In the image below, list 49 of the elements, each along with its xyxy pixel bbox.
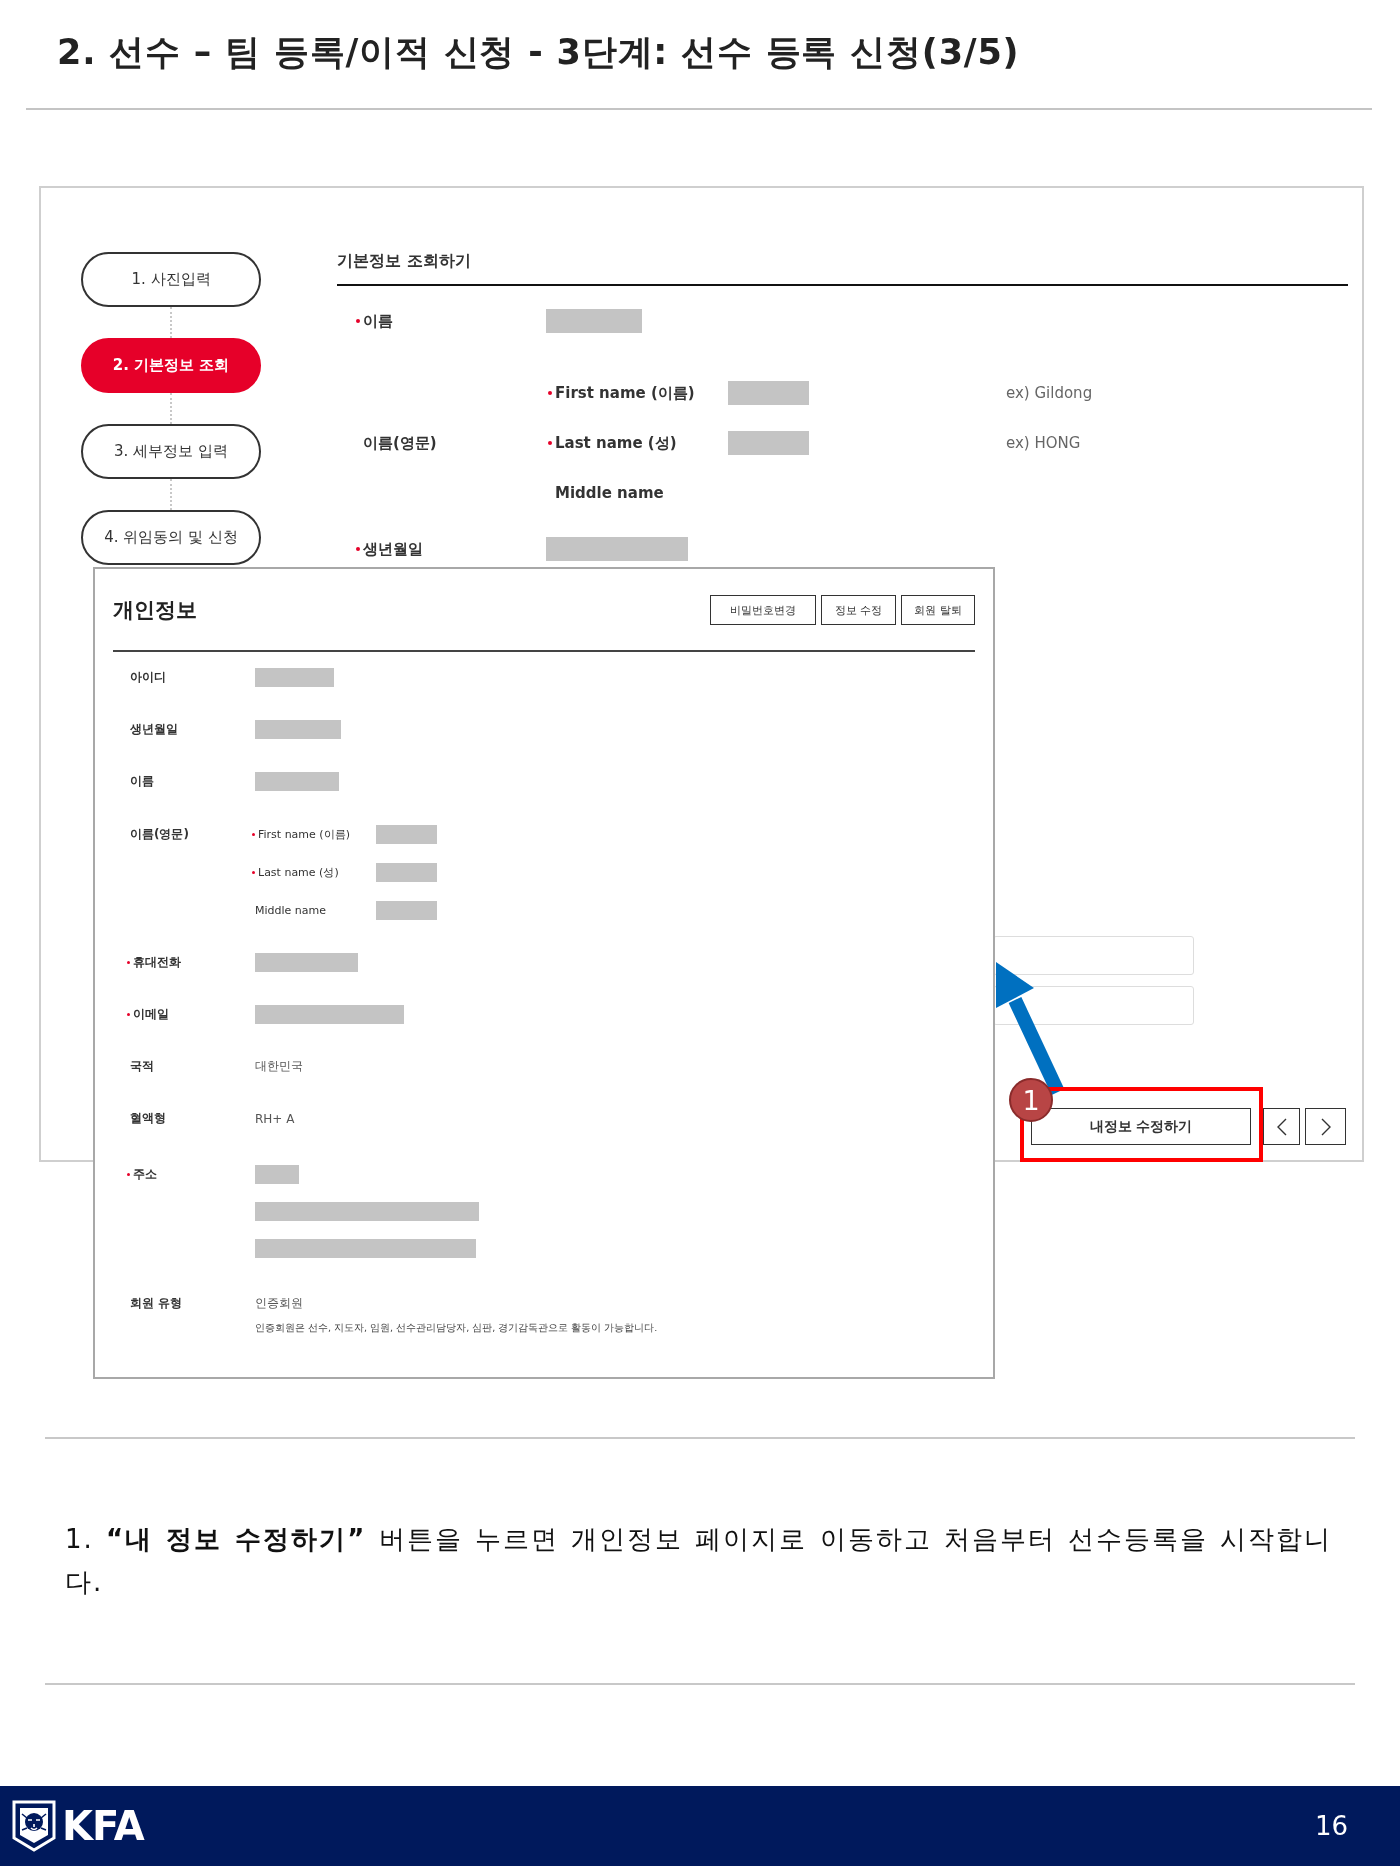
chevron-left-icon <box>1276 1117 1287 1136</box>
field-label: 이름 <box>363 311 393 331</box>
field-label: 생년월일 <box>363 539 423 559</box>
field-label: 이름 <box>130 773 154 790</box>
field-label: 회원 유형 <box>130 1294 183 1312</box>
next-button[interactable] <box>1305 1108 1346 1145</box>
step-indicator[interactable]: 3. 세부정보 입력 <box>81 424 261 479</box>
field-label: Last name (성) <box>258 865 339 880</box>
step-indicator[interactable]: 4. 위임동의 및 신청 <box>81 510 261 565</box>
crest-icon <box>12 1800 56 1852</box>
field-label: Middle name <box>255 904 327 917</box>
redacted-block <box>376 901 437 920</box>
field-label: 휴대전화 <box>133 954 181 971</box>
field-label: First name (이름) <box>555 383 695 403</box>
action-button[interactable]: 회원 탈퇴 <box>901 595 975 625</box>
action-button[interactable]: 비밀번호변경 <box>710 595 816 625</box>
redacted-block <box>376 863 437 882</box>
field-label: 아이디 <box>130 669 166 686</box>
help-text: 인증회원은 선수, 지도자, 임원, 선수관리담당자, 심판, 경기감독관으로 활동이 가능합니다. <box>255 1322 658 1335</box>
field-value: 대한민국 <box>255 1058 303 1075</box>
panel-title: 개인정보 <box>113 597 197 624</box>
instruction-text: 1. “내 정보 수정하기” 버튼을 누르면 개인정보 페이지로 이동하고 처음부터 선수등록을 시작합니다. <box>65 1523 1334 1599</box>
field-label: 국적 <box>130 1058 154 1075</box>
step-indicator[interactable]: 2. 기본정보 조회 <box>81 338 261 393</box>
field-label: 이메일 <box>133 1006 169 1023</box>
field-label: 혈액형 <box>130 1110 166 1127</box>
slide-title: 2. 선수 – 팀 등록/이적 신청 - 3단계: 선수 등록 신청(3/5) <box>57 31 1020 74</box>
input-field[interactable] <box>993 936 1194 975</box>
field-label: 이름(영문) <box>363 433 437 453</box>
field-value: RH+ A <box>255 1111 295 1126</box>
redacted-block <box>255 1164 299 1184</box>
action-button[interactable]: 정보 수정 <box>821 595 896 625</box>
field-label: 이름(영문) <box>130 826 189 843</box>
step-number-badge: 1 <box>1009 1078 1053 1122</box>
field-label: Last name (성) <box>555 433 677 453</box>
chevron-right-icon <box>1320 1117 1331 1136</box>
field-label: First name (이름) <box>258 827 350 842</box>
step-indicator[interactable]: 1. 사진입력 <box>81 252 261 307</box>
logo-text: KFA <box>62 1803 144 1849</box>
redacted-block <box>376 825 437 844</box>
field-label: 생년월일 <box>130 721 178 738</box>
field-label: Middle name <box>555 484 664 502</box>
example-hint: ex) Gildong <box>1006 384 1093 402</box>
page-number: 16 <box>1314 1811 1348 1841</box>
example-hint: ex) HONG <box>1006 434 1081 452</box>
field-label: 주소 <box>133 1165 157 1183</box>
previous-button[interactable] <box>1263 1108 1300 1145</box>
field-value: 인증회원 <box>255 1294 303 1312</box>
section-heading: 기본정보 조회하기 <box>337 250 471 272</box>
